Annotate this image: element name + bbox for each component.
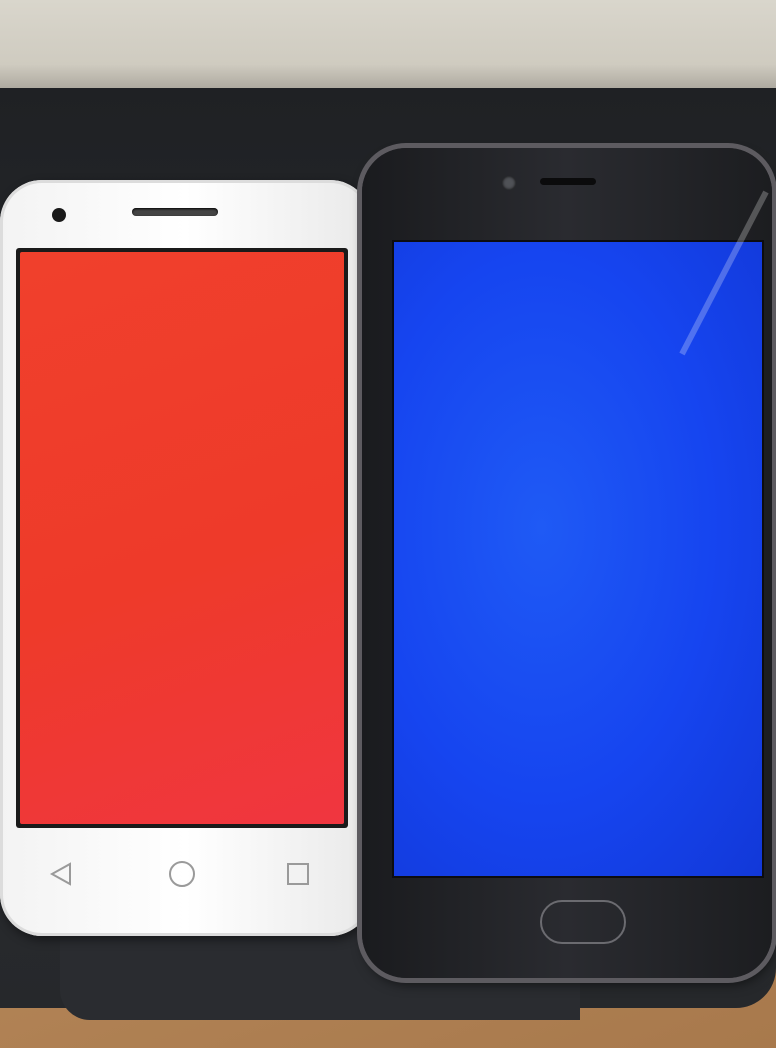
front-camera [502, 176, 516, 190]
photo-scene [0, 0, 776, 1048]
front-camera [52, 208, 66, 222]
recents-square-icon[interactable] [276, 852, 320, 896]
white-smartphone [0, 180, 372, 936]
earpiece-speaker [540, 178, 596, 185]
earpiece-speaker [132, 208, 218, 216]
red-screen[interactable] [20, 252, 344, 824]
dark-smartphone [362, 148, 772, 978]
blue-screen-frame [392, 240, 764, 878]
blue-screen[interactable] [394, 242, 762, 876]
background-wall [0, 0, 776, 92]
fingerprint-home-button[interactable] [540, 900, 626, 944]
home-circle-icon[interactable] [160, 852, 204, 896]
nav-bar [30, 852, 330, 896]
back-triangle-icon[interactable] [40, 852, 84, 896]
red-screen-frame [16, 248, 348, 828]
